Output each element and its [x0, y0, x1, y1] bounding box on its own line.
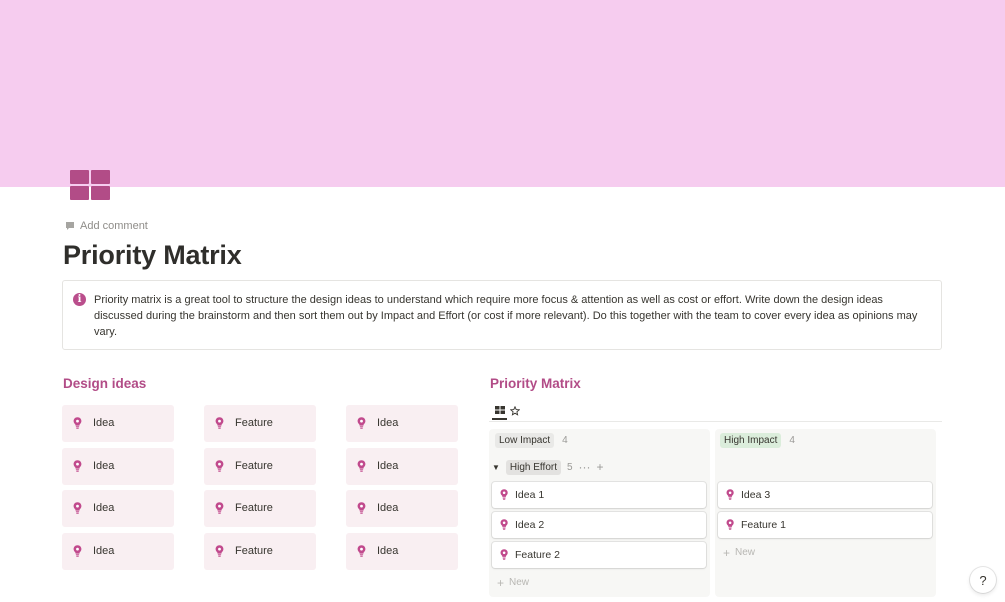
idea-card[interactable]: Idea [62, 405, 174, 442]
plus-icon: + [497, 575, 505, 590]
idea-card-label: Idea [93, 460, 115, 472]
plus-icon: + [723, 545, 731, 560]
board-card-title: Feature 2 [515, 549, 560, 561]
new-card-label: New [735, 547, 756, 558]
lightbulb-icon [73, 502, 82, 514]
lightbulb-icon [73, 460, 82, 472]
idea-card-label: Idea [377, 545, 399, 557]
info-icon: i [73, 293, 86, 306]
info-callout: i Priority matrix is a great tool to str… [62, 280, 942, 350]
more-options-icon[interactable]: ··· [579, 461, 591, 473]
high-impact-count: 4 [789, 434, 795, 446]
idea-card-label: Feature [235, 502, 273, 514]
board-card-title: Feature 1 [741, 519, 786, 531]
high-effort-tag[interactable]: High Effort [505, 459, 561, 475]
idea-card[interactable]: Idea [62, 490, 174, 527]
star-icon [510, 406, 520, 416]
column-header-low-impact[interactable]: Low Impact 4 [495, 430, 568, 450]
board-card-title: Idea 2 [515, 519, 545, 531]
board-card-title: Idea 1 [515, 489, 545, 501]
idea-card[interactable]: Idea [346, 405, 458, 442]
board-card[interactable]: Idea 1 [492, 482, 706, 508]
idea-card-label: Feature [235, 460, 273, 472]
column-header-high-impact[interactable]: High Impact 4 [720, 430, 795, 450]
collapse-toggle-icon[interactable]: ▼ [492, 463, 500, 472]
idea-card-label: Idea [377, 460, 399, 472]
lightbulb-icon [500, 549, 508, 560]
design-ideas-title[interactable]: Design ideas [63, 376, 146, 391]
page-title[interactable]: Priority Matrix [63, 240, 242, 271]
board-card[interactable]: Feature 2 [492, 542, 706, 568]
lightbulb-icon [73, 417, 82, 429]
lightbulb-icon [357, 502, 366, 514]
idea-card[interactable]: Feature [204, 448, 316, 485]
lightbulb-icon [726, 489, 734, 500]
idea-card-label: Idea [377, 502, 399, 514]
new-card-button-high-impact[interactable]: + New [723, 545, 756, 560]
lightbulb-icon [215, 460, 224, 472]
lightbulb-icon [215, 545, 224, 557]
lightbulb-icon [357, 545, 366, 557]
tab-favorite[interactable] [508, 402, 522, 420]
lightbulb-icon [357, 417, 366, 429]
idea-card[interactable]: Feature [204, 405, 316, 442]
idea-card[interactable]: Feature [204, 490, 316, 527]
board-card[interactable]: Idea 3 [718, 482, 932, 508]
low-impact-count: 4 [562, 434, 568, 446]
idea-card[interactable]: Idea [62, 533, 174, 570]
idea-card-label: Feature [235, 545, 273, 557]
board-card-title: Idea 3 [741, 489, 771, 501]
lightbulb-icon [73, 545, 82, 557]
add-comment-label: Add comment [80, 220, 148, 232]
board-view-icon [494, 406, 505, 414]
add-comment-button[interactable]: Add comment [65, 219, 148, 233]
tab-board-view[interactable] [492, 402, 507, 420]
lightbulb-icon [726, 519, 734, 530]
four-squares-icon[interactable] [70, 170, 110, 200]
board-card[interactable]: Feature 1 [718, 512, 932, 538]
low-impact-tag: Low Impact [495, 432, 555, 448]
lightbulb-icon [500, 519, 508, 530]
lightbulb-icon [215, 417, 224, 429]
high-impact-tag: High Impact [720, 432, 782, 448]
idea-card[interactable]: Idea [62, 448, 174, 485]
lightbulb-icon [215, 502, 224, 514]
comment-icon [66, 222, 74, 230]
page-cover[interactable] [0, 0, 1005, 187]
idea-card[interactable]: Feature [204, 533, 316, 570]
idea-card-label: Idea [93, 417, 115, 429]
board-card[interactable]: Idea 2 [492, 512, 706, 538]
idea-card[interactable]: Idea [346, 490, 458, 527]
new-card-button-low-impact[interactable]: + New [497, 575, 530, 590]
idea-card-label: Idea [93, 502, 115, 514]
lightbulb-icon [500, 489, 508, 500]
help-button[interactable]: ? [970, 567, 996, 593]
idea-card[interactable]: Idea [346, 448, 458, 485]
lightbulb-icon [357, 460, 366, 472]
priority-matrix-title[interactable]: Priority Matrix [490, 376, 581, 391]
view-tabs [489, 400, 942, 422]
idea-card-label: Idea [93, 545, 115, 557]
idea-card[interactable]: Idea [346, 533, 458, 570]
idea-card-label: Idea [377, 417, 399, 429]
new-card-label: New [509, 577, 530, 588]
group-high-effort: ▼ High Effort 5 ··· + [492, 459, 604, 475]
callout-text[interactable]: Priority matrix is a great tool to struc… [94, 292, 924, 340]
add-card-icon[interactable]: + [597, 461, 604, 473]
high-effort-count: 5 [566, 461, 573, 473]
idea-card-label: Feature [235, 417, 273, 429]
